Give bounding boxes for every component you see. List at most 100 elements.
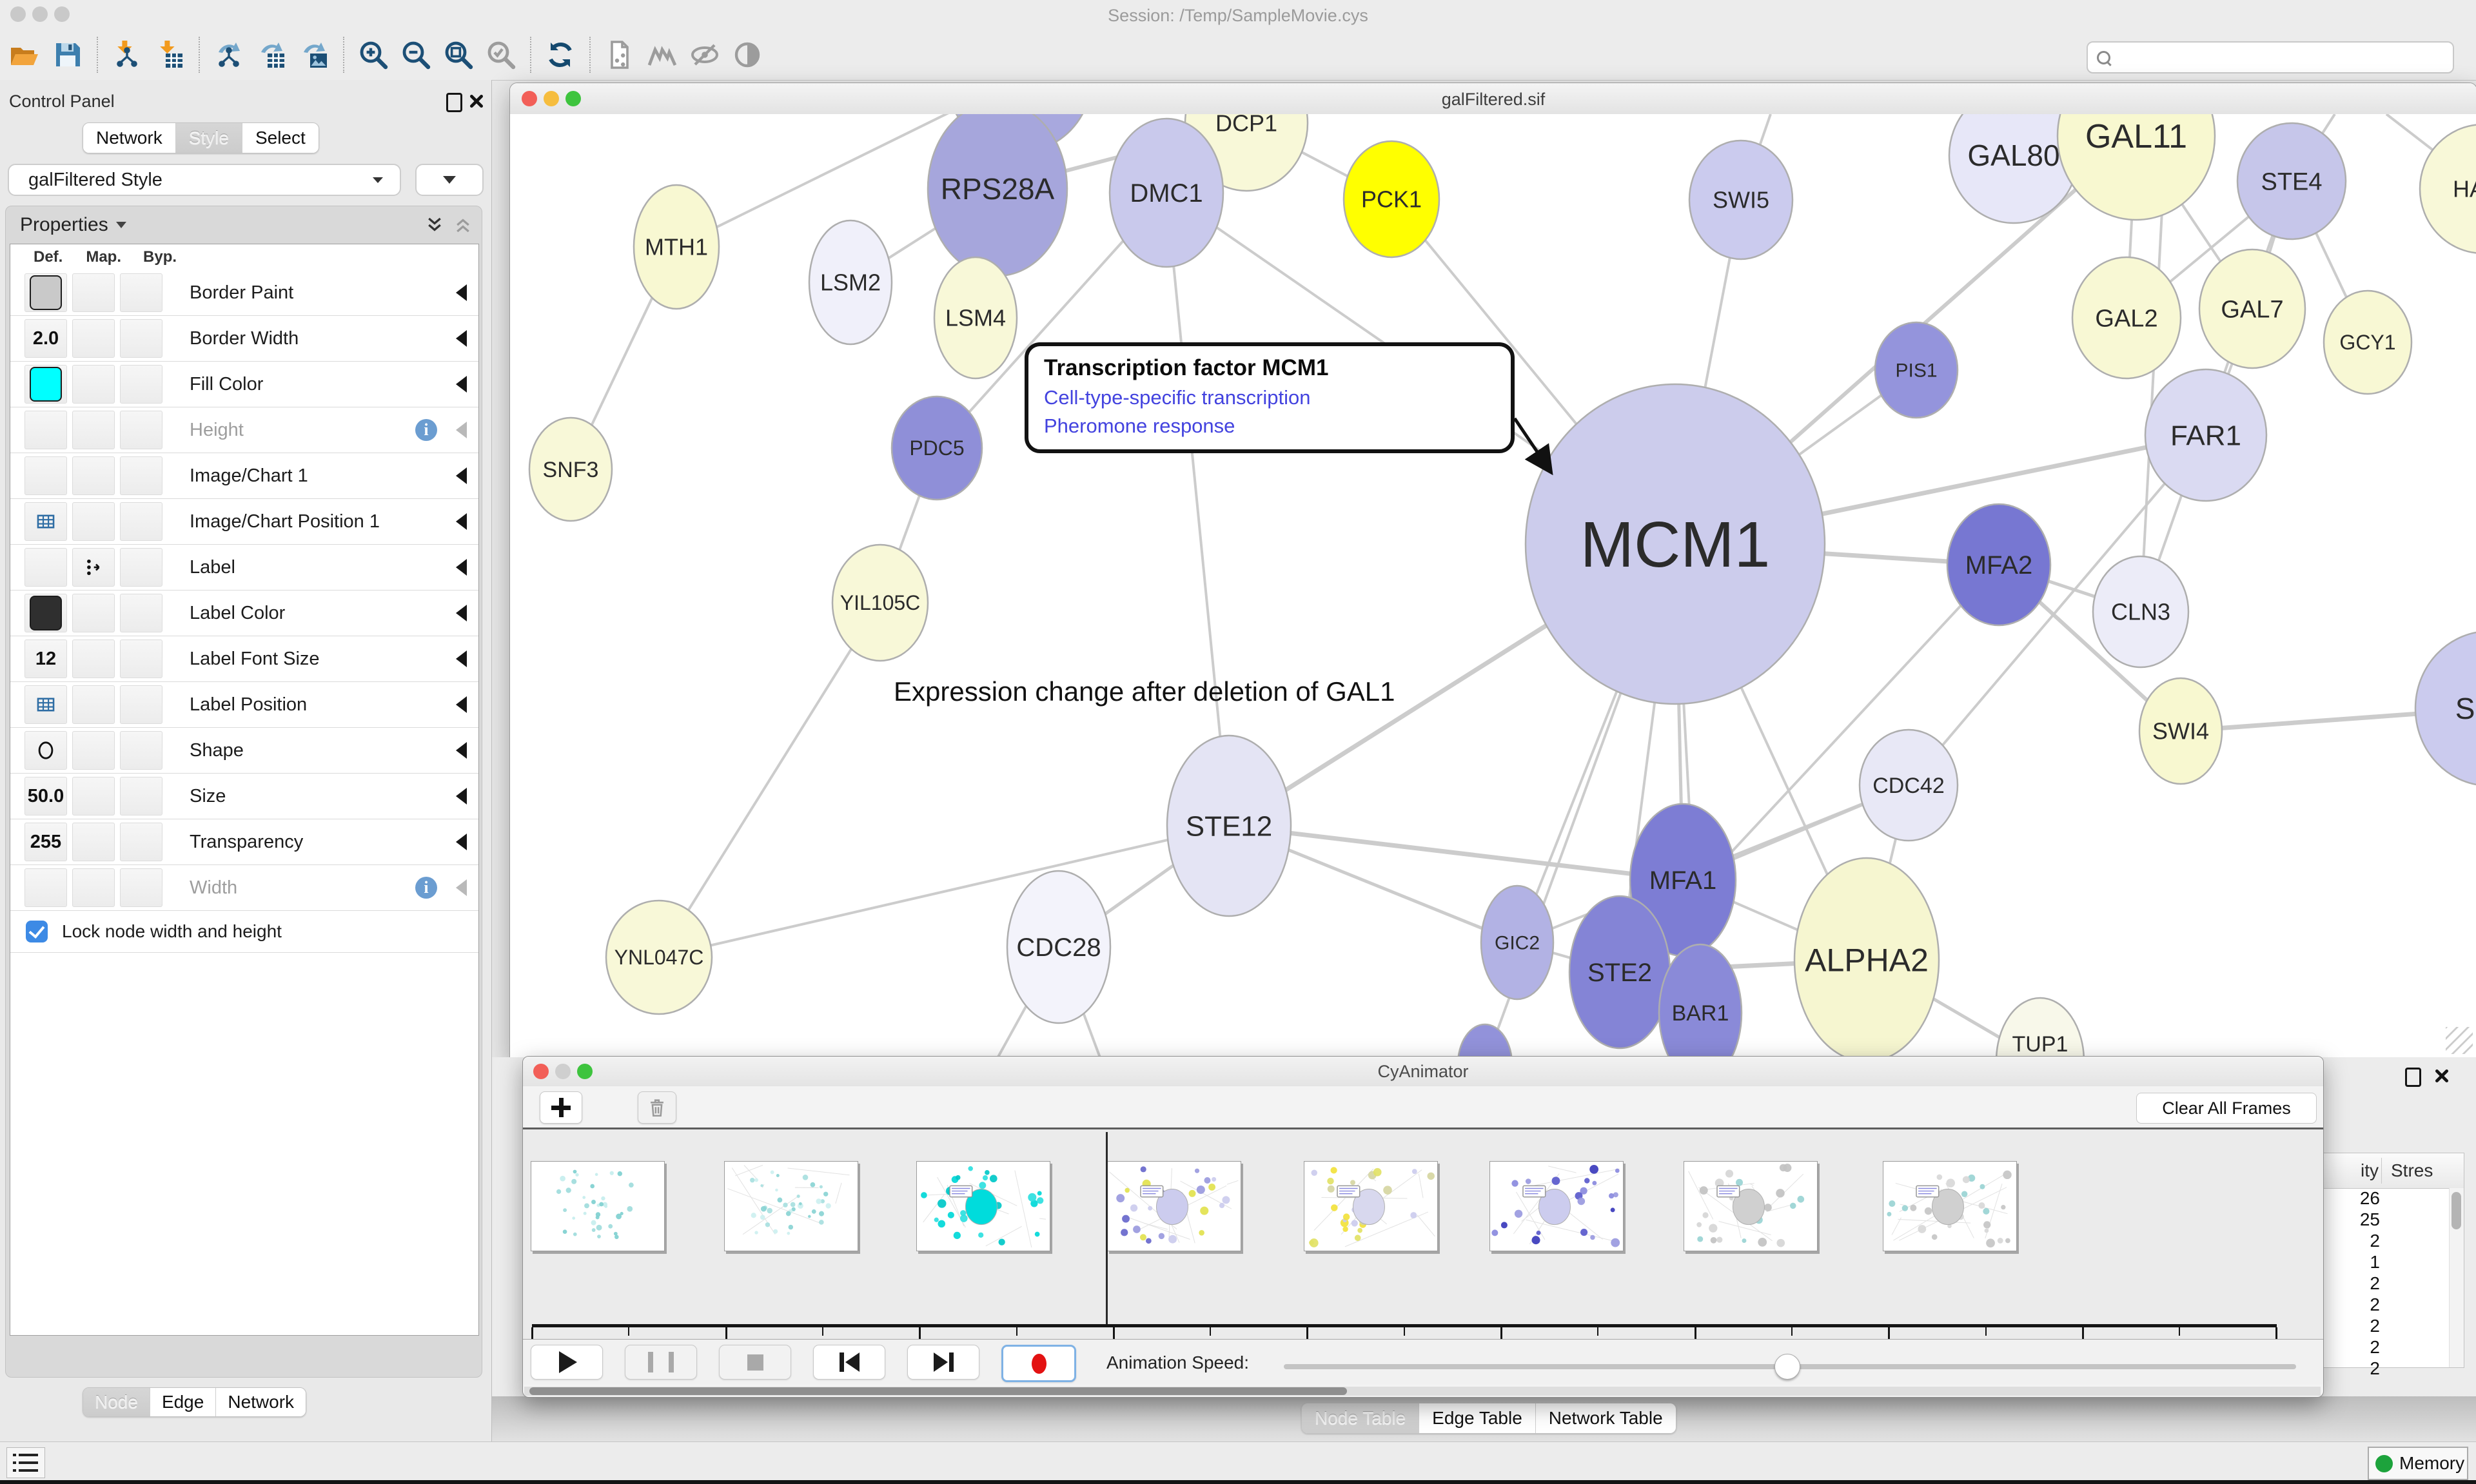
node-YNL047C[interactable]: YNL047C xyxy=(606,901,712,1014)
properties-header[interactable]: Properties xyxy=(6,206,482,244)
node-LSM2[interactable]: LSM2 xyxy=(809,220,892,344)
node-CDC28[interactable]: CDC28 xyxy=(1007,871,1110,1023)
add-frame-button[interactable] xyxy=(540,1091,582,1124)
node-BAR1[interactable]: BAR1 xyxy=(1659,944,1742,1058)
column-header[interactable]: ity xyxy=(2323,1160,2379,1181)
node-FAR1[interactable]: FAR1 xyxy=(2145,369,2266,501)
def-value-swatch[interactable] xyxy=(30,275,62,310)
expand-all-icon[interactable] xyxy=(425,215,444,235)
panel-float-icon[interactable] xyxy=(446,93,462,112)
node-TUP1[interactable]: TUP1 xyxy=(1996,998,2084,1058)
tab-node-style[interactable]: Node xyxy=(83,1388,150,1416)
property-row-image-chart-1[interactable]: Image/Chart 1 xyxy=(10,453,478,499)
chevron-left-icon[interactable] xyxy=(456,422,467,438)
skip-start-button[interactable] xyxy=(813,1345,885,1380)
annotation-link[interactable]: Pheromone response xyxy=(1044,415,1495,438)
export-image-icon[interactable] xyxy=(296,37,332,73)
annotation-box[interactable]: Transcription factor MCM1 Cell-type-spec… xyxy=(1025,342,1515,453)
node-HAP[interactable]: HAP2 xyxy=(2420,124,2476,253)
frame-thumbnail-5[interactable] xyxy=(1304,1161,1438,1251)
chevron-left-icon[interactable] xyxy=(456,513,467,530)
node-PCK1[interactable]: PCK1 xyxy=(1344,141,1439,257)
column-header[interactable]: Stres xyxy=(2391,1160,2433,1181)
export-network-icon[interactable] xyxy=(211,37,247,73)
chevron-left-icon[interactable] xyxy=(456,742,467,759)
panel-list-button[interactable] xyxy=(6,1447,45,1478)
lock-node-size-row[interactable]: Lock node width and height xyxy=(10,911,478,953)
memory-button[interactable]: Memory xyxy=(2368,1447,2468,1480)
node-MTH1[interactable]: MTH1 xyxy=(634,185,719,309)
animation-speed-slider[interactable] xyxy=(1284,1364,2296,1369)
frame-thumbnail-4[interactable] xyxy=(1107,1161,1241,1251)
node-DMC1[interactable]: DMC1 xyxy=(1110,119,1223,267)
property-row-label[interactable]: Label xyxy=(10,545,478,591)
node-RPS28A[interactable]: RPS28A xyxy=(928,114,1067,276)
node-bot[interactable] xyxy=(1458,1024,1512,1058)
slider-knob[interactable] xyxy=(1774,1354,1800,1380)
property-row-border-width[interactable]: 2.0Border Width xyxy=(10,316,478,362)
tab-node-table[interactable]: Node Table xyxy=(1302,1403,1419,1433)
property-row-label-position[interactable]: Label Position xyxy=(10,682,478,728)
chevron-left-icon[interactable] xyxy=(456,605,467,621)
record-button[interactable] xyxy=(1001,1345,1076,1382)
frame-thumbnail-7[interactable] xyxy=(1684,1161,1818,1251)
style-selector[interactable]: galFiltered Style xyxy=(8,164,401,196)
window-resize-grip[interactable] xyxy=(2446,1027,2473,1054)
property-row-image-chart-position-1[interactable]: Image/Chart Position 1 xyxy=(10,499,478,545)
style-options-button[interactable] xyxy=(415,164,484,196)
tab-edge-table[interactable]: Edge Table xyxy=(1419,1403,1536,1433)
search-box[interactable] xyxy=(2087,41,2454,73)
node-GAL2[interactable]: GAL2 xyxy=(2072,257,2181,378)
node-YIL105C[interactable]: YIL105C xyxy=(832,545,928,661)
panel-float-icon[interactable] xyxy=(2405,1068,2421,1087)
zoom-in-icon[interactable] xyxy=(355,37,391,73)
annotation-link[interactable]: Cell-type-specific transcription xyxy=(1044,386,1495,409)
zoom-out-icon[interactable] xyxy=(398,37,434,73)
node-SWI4[interactable]: SWI4 xyxy=(2139,678,2222,784)
node-CDC42[interactable]: CDC42 xyxy=(1860,730,1958,841)
tab-select[interactable]: Select xyxy=(242,123,319,153)
collapse-all-icon[interactable] xyxy=(453,215,473,235)
property-row-label-color[interactable]: Label Color xyxy=(10,591,478,636)
search-input[interactable] xyxy=(2117,47,2453,68)
network-canvas[interactable]: DCP1RPS28ADMC1PCK1SWI5GAL80GAL11STE4HAP2… xyxy=(510,114,2476,1058)
tab-network-table[interactable]: Network Table xyxy=(1536,1403,1676,1433)
frame-thumbnail-1[interactable] xyxy=(531,1161,665,1251)
node-PDC5[interactable]: PDC5 xyxy=(892,396,982,500)
node-PIS1[interactable]: PIS1 xyxy=(1875,322,1958,418)
node-MCM1[interactable]: MCM1 xyxy=(1526,384,1825,704)
play-button[interactable] xyxy=(531,1345,603,1380)
node-STE12[interactable]: STE12 xyxy=(1167,736,1291,916)
node-SWI5[interactable]: SWI5 xyxy=(1689,141,1793,259)
panel-close-icon[interactable] xyxy=(2433,1068,2450,1084)
property-row-label-font-size[interactable]: 12Label Font Size xyxy=(10,636,478,682)
node-GCY1[interactable]: GCY1 xyxy=(2324,291,2412,394)
node-SLT2[interactable]: SLT2 xyxy=(2415,631,2476,786)
skip-end-button[interactable] xyxy=(907,1345,979,1380)
chevron-left-icon[interactable] xyxy=(456,467,467,484)
chevron-left-icon[interactable] xyxy=(456,376,467,393)
tab-network[interactable]: Network xyxy=(83,123,176,153)
zoom-fit-icon[interactable] xyxy=(440,37,477,73)
tab-network-style[interactable]: Network xyxy=(216,1388,306,1416)
cyanimator-timeline[interactable]: 0123456789 Seconds xyxy=(523,1129,2323,1339)
table-scrollbar[interactable] xyxy=(2449,1188,2464,1367)
property-row-height[interactable]: Heighti xyxy=(10,407,478,453)
chevron-left-icon[interactable] xyxy=(456,696,467,713)
frame-thumbnail-6[interactable] xyxy=(1489,1161,1624,1251)
export-table-icon[interactable] xyxy=(253,37,290,73)
open-session-icon[interactable] xyxy=(7,37,43,73)
clear-all-frames-button[interactable]: Clear All Frames xyxy=(2136,1093,2317,1124)
tab-edge-style[interactable]: Edge xyxy=(150,1388,216,1416)
property-row-transparency[interactable]: 255Transparency xyxy=(10,819,478,865)
node-ALPHA2[interactable]: ALPHA2 xyxy=(1794,858,1939,1058)
chevron-left-icon[interactable] xyxy=(456,834,467,850)
chevron-left-icon[interactable] xyxy=(456,650,467,667)
node-STE4[interactable]: STE4 xyxy=(2237,123,2346,239)
node-LSM4[interactable]: LSM4 xyxy=(934,257,1017,378)
chevron-left-icon[interactable] xyxy=(456,559,467,576)
info-icon[interactable]: i xyxy=(415,419,437,441)
frame-thumbnail-3[interactable] xyxy=(916,1161,1050,1251)
timeline-scrollbar[interactable] xyxy=(524,1387,2321,1396)
chevron-left-icon[interactable] xyxy=(456,284,467,301)
